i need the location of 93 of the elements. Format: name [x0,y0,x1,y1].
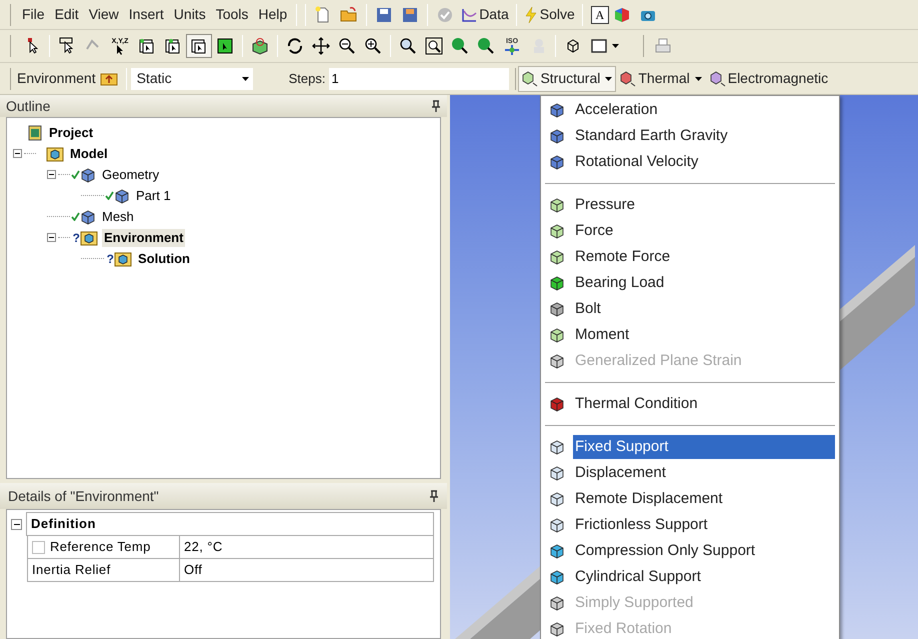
caret-icon [242,76,249,80]
menu-item[interactable]: Compression Only Support [573,539,835,563]
menu-item[interactable]: Frictionless Support [573,513,835,537]
cube-load-icon [549,223,565,239]
checkbox[interactable] [32,540,45,554]
cube-load-icon [620,70,636,86]
property-name: Inertia Relief [32,561,111,580]
menu-item[interactable]: Force [573,219,835,243]
load-menu-button[interactable]: Electromagnetic [706,66,832,92]
menu-item[interactable]: Remote Displacement [573,487,835,511]
collapse-toggle[interactable] [11,518,22,530]
menu-item[interactable]: Displacement [573,461,835,485]
load-menu-button[interactable]: Thermal [616,66,706,92]
cube-load-icon [549,353,565,369]
menu-item[interactable]: Units [168,4,211,25]
menu-item[interactable]: Standard Earth Gravity [573,124,835,148]
cube-load-icon [549,275,565,291]
caret-icon [694,76,702,80]
menu-item[interactable]: Moment [573,323,835,347]
analysis-type-dropdown[interactable]: Static [130,68,253,90]
solve-button[interactable]: Solve [520,4,578,25]
folder-cube-icon [114,250,132,266]
menu-item[interactable]: Help [253,4,292,25]
pin-icon[interactable] [431,100,441,112]
tree-item[interactable]: Solution [136,250,192,268]
panel-title: Details of "Environment" [8,486,159,506]
group-header[interactable]: Definition [26,512,434,536]
collapse-toggle[interactable] [47,170,56,179]
book-icon [27,124,43,140]
menu-item[interactable]: Rotational Velocity [573,150,835,174]
toolbar-title: Environment [17,69,96,88]
menu-item[interactable]: Fixed Support [573,435,835,459]
property-name: Reference Temp [50,538,151,556]
cube-load-icon [549,491,565,507]
cube-load-icon [549,128,565,144]
load-menu-button[interactable]: Structural [518,66,616,92]
folder-cube-icon [46,146,64,162]
status-mark: ? [72,232,80,244]
panel-title: Outline [6,96,50,116]
steps-field[interactable]: 1 [329,68,510,90]
data-button[interactable]: Data [458,4,512,25]
pin-icon[interactable] [429,490,439,502]
menu-item[interactable]: Pressure [573,193,835,217]
tree-item[interactable]: Model [68,144,110,162]
axes-icon [505,44,519,54]
cube-load-icon [549,569,565,585]
status-mark: ? [106,252,114,264]
cube-load-icon [549,465,565,481]
cube-load-icon [549,439,565,455]
annotation-button[interactable]: A [590,6,609,24]
menu-item[interactable]: Bearing Load [573,271,835,295]
cube-load-icon [549,154,565,170]
cube-load-icon [549,301,565,317]
cube-load-icon [549,543,565,559]
menu-item[interactable]: Acceleration [573,98,835,122]
tree-item[interactable]: Mesh [100,208,136,226]
cubes-icon [114,188,130,204]
caret-icon [605,76,612,80]
tree-item[interactable]: Project [47,124,96,142]
cubes-icon [80,166,96,182]
cube-load-icon [549,249,565,265]
tree-item[interactable]: Geometry [100,166,162,184]
collapse-toggle[interactable] [47,233,56,242]
caret-icon [612,44,619,48]
collapse-toggle[interactable] [13,149,22,158]
steps-label: Steps: [288,70,326,88]
cube-load-icon [549,327,565,343]
cube-load-icon [549,517,565,533]
property-value[interactable]: 22, °C [180,536,433,558]
cube-load-icon [549,621,565,637]
cube-load-icon [710,70,726,86]
cube-load-icon [549,102,565,118]
menu-item[interactable]: Remote Force [573,245,835,269]
cube-load-icon [549,396,565,412]
cubes-icon [80,208,96,224]
menu-item[interactable]: File [17,4,50,25]
menu-item[interactable]: Thermal Condition [573,392,835,416]
menu-item[interactable]: Edit [50,4,84,25]
tree-item[interactable]: Part 1 [134,186,173,204]
cube-load-icon [549,595,565,611]
menu-item[interactable]: Cylindrical Support [573,565,835,589]
menu-item[interactable]: Insert [124,4,169,25]
menu-item[interactable]: View [84,4,124,25]
menu-item[interactable]: Tools [210,4,254,25]
cube-load-icon [522,70,538,86]
folder-cube-icon [80,230,98,246]
lightning-icon [524,6,538,22]
select-box-icon[interactable] [186,34,212,58]
cube-load-icon [549,197,565,213]
menu-item[interactable]: Bolt [573,297,835,321]
chart-icon [461,6,478,22]
tree-item[interactable]: Environment [102,228,186,246]
property-value[interactable]: Off [180,559,433,581]
